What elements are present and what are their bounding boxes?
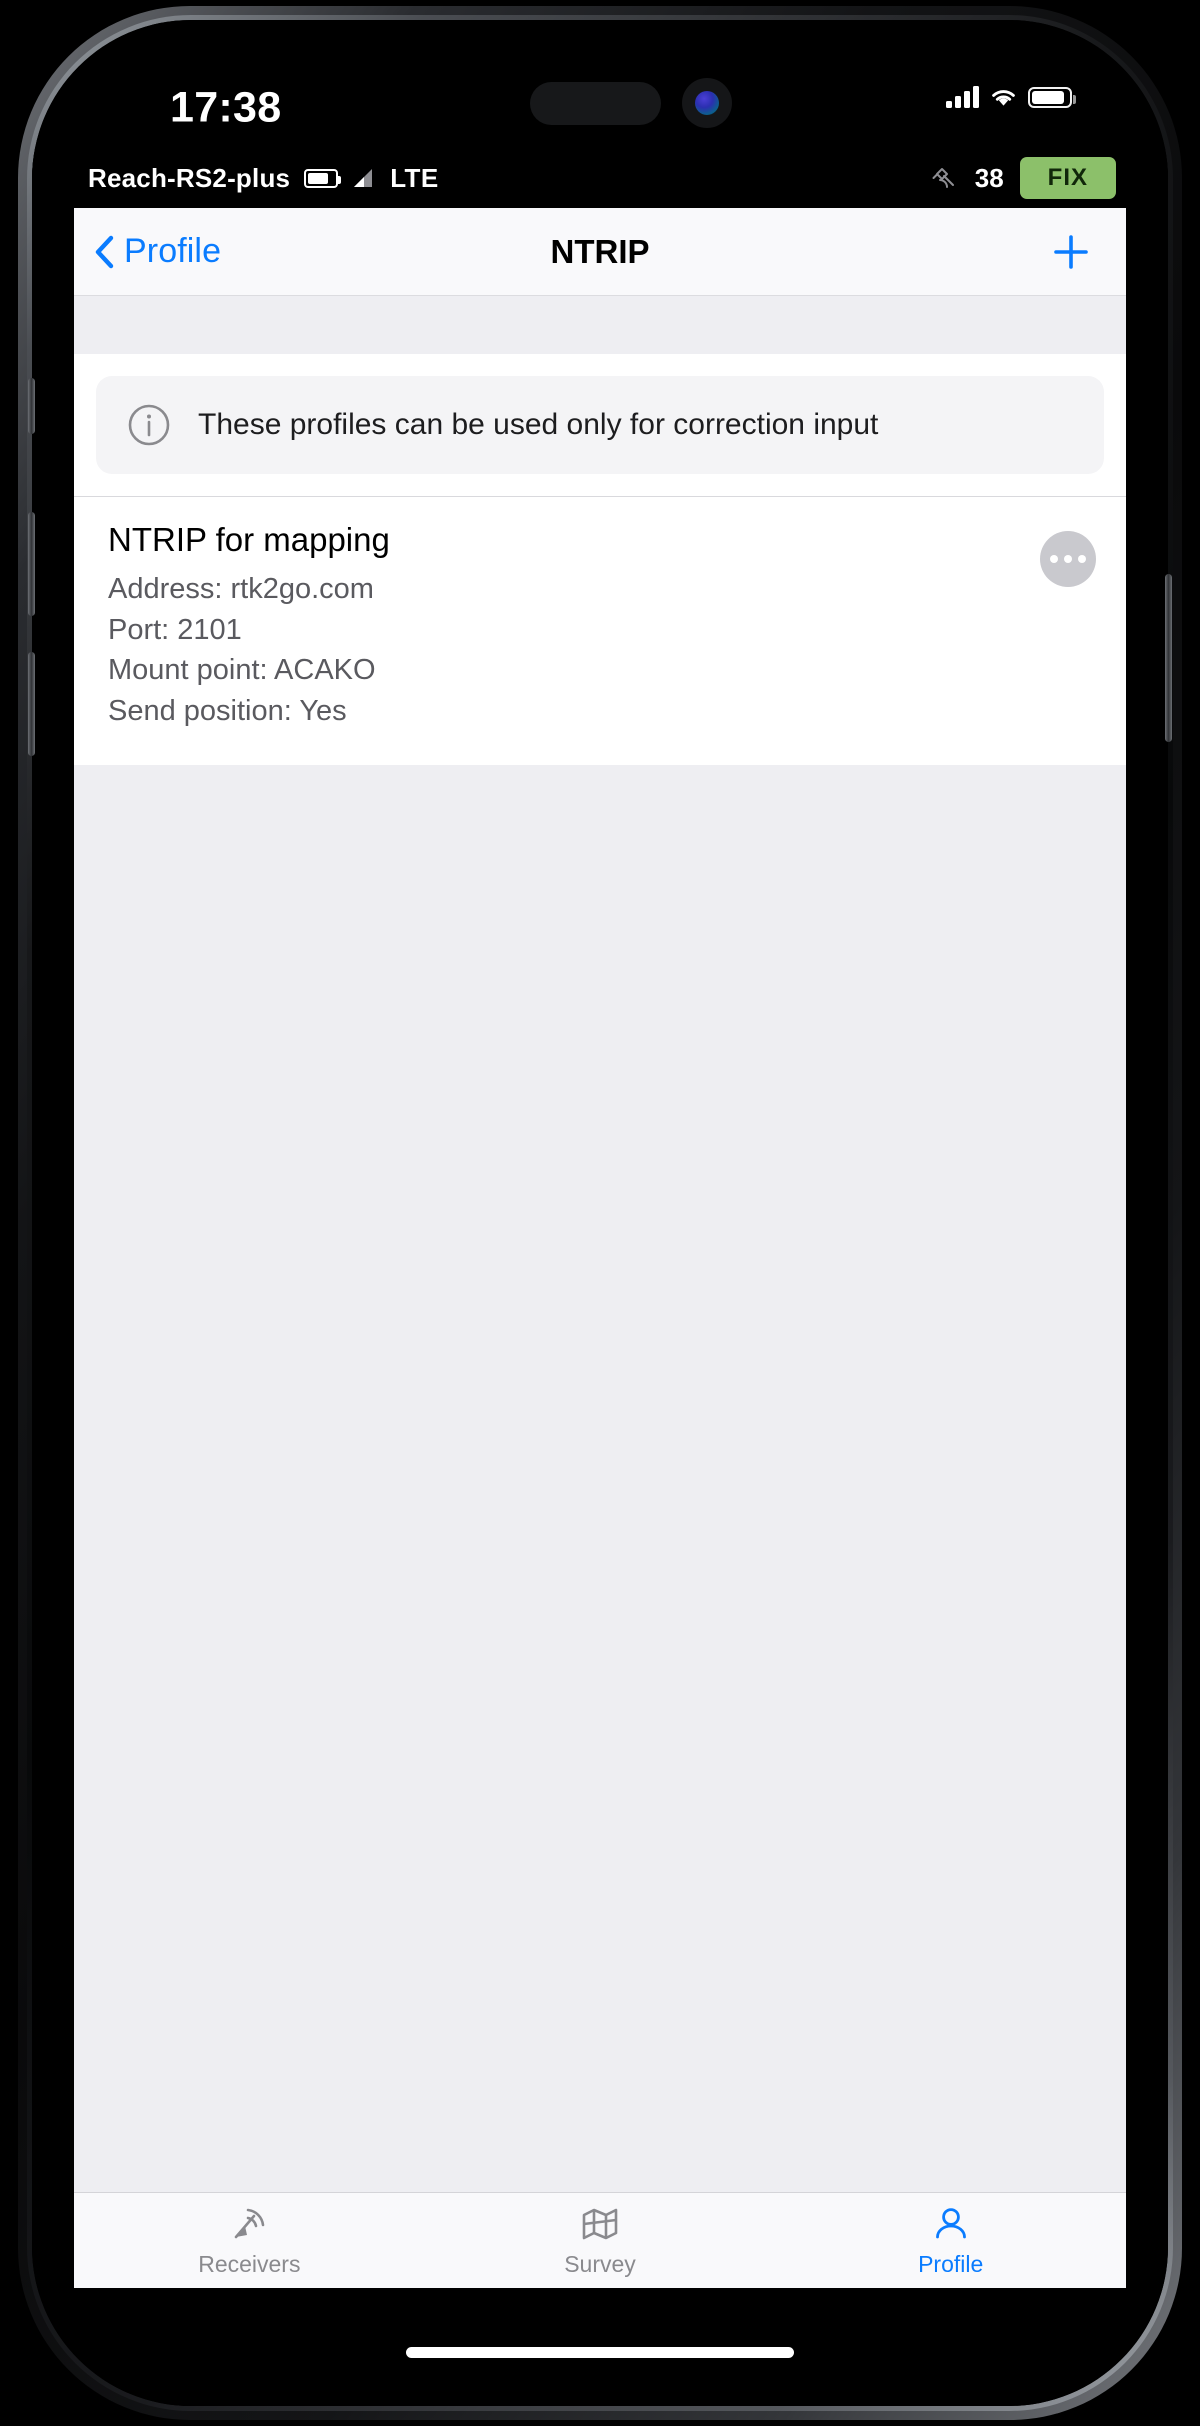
battery-icon [1028, 86, 1076, 108]
network-type: LTE [390, 162, 439, 193]
profile-details: NTRIP for mapping Address: rtk2go.com Po… [108, 521, 1040, 731]
device-status-bar: Reach-RS2-plus LTE 38 FIX [32, 148, 1168, 208]
section-gap [74, 296, 1126, 354]
profile-name: NTRIP for mapping [108, 521, 390, 558]
phone-screen-bed: 17:38 Reach-RS2-plus LTE 38 FIX Profile … [32, 20, 1168, 2406]
info-banner-text: These profiles can be used only for corr… [198, 407, 879, 441]
tab-survey[interactable]: Survey [425, 2204, 776, 2278]
more-ellipsis-icon [1050, 555, 1058, 563]
cellular-bars-icon [946, 86, 979, 108]
device-fix-info: 38 FIX [931, 157, 1116, 199]
power-button[interactable] [1165, 574, 1172, 742]
profile-port: Port: 2101 [108, 613, 242, 646]
wifi-icon [992, 89, 1015, 106]
back-button-label: Profile [124, 232, 222, 270]
tab-profile[interactable]: Profile [775, 2204, 1126, 2278]
page-title: NTRIP [550, 232, 650, 270]
profile-send-position: Send position: Yes [108, 694, 347, 727]
list-item[interactable]: NTRIP for mapping Address: rtk2go.com Po… [74, 497, 1126, 766]
receiver-antenna-icon [235, 2208, 265, 2238]
add-profile-button[interactable] [1048, 229, 1094, 275]
more-ellipsis-icon [1078, 555, 1086, 563]
silent-switch[interactable] [28, 378, 35, 434]
tab-label: Profile [918, 2250, 984, 2277]
dynamic-island [530, 82, 661, 125]
plus-icon [1054, 234, 1088, 269]
satellite-icon [932, 168, 954, 188]
info-circle-icon [128, 404, 170, 446]
profiles-list: These profiles can be used only for corr… [74, 354, 1126, 766]
ios-status-bar: 17:38 [32, 20, 1168, 148]
status-badge: FIX [1019, 157, 1116, 199]
tab-label: Receivers [198, 2250, 301, 2277]
more-ellipsis-icon [1064, 555, 1072, 563]
status-icons [946, 86, 1076, 108]
more-options-button[interactable] [1040, 531, 1096, 587]
front-camera-icon [682, 78, 732, 128]
status-time: 17:38 [170, 83, 282, 132]
navigation-bar: Profile NTRIP [74, 208, 1126, 296]
home-indicator[interactable] [406, 2347, 794, 2358]
device-name: Reach-RS2-plus [88, 162, 291, 193]
info-banner: These profiles can be used only for corr… [74, 354, 1126, 496]
person-icon [935, 2207, 966, 2238]
volume-up-button[interactable] [28, 512, 35, 616]
phone-bezel: 17:38 Reach-RS2-plus LTE 38 FIX Profile … [27, 15, 1173, 2411]
volume-down-button[interactable] [28, 652, 35, 756]
tab-label: Survey [564, 2250, 636, 2277]
profile-address: Address: rtk2go.com [108, 573, 374, 605]
tab-receivers[interactable]: Receivers [74, 2204, 425, 2278]
profile-mount-point: Mount point: ACAKO [108, 654, 376, 687]
device-battery-icon [304, 168, 342, 188]
survey-map-icon [582, 2208, 618, 2239]
phone-frame: 17:38 Reach-RS2-plus LTE 38 FIX Profile … [18, 6, 1182, 2420]
satellite-count: 38 [974, 162, 1004, 193]
device-info: Reach-RS2-plus LTE [88, 163, 439, 194]
chevron-left-icon [95, 235, 114, 268]
empty-area [74, 765, 1126, 2192]
screenshot-root: 17:38 Reach-RS2-plus LTE 38 FIX Profile … [0, 0, 1200, 2426]
info-banner-card: These profiles can be used only for corr… [96, 376, 1104, 474]
app-container: Profile NTRIP These profiles can be used… [74, 208, 1126, 2288]
back-button[interactable]: Profile [94, 232, 221, 271]
phone-screen: 17:38 Reach-RS2-plus LTE 38 FIX Profile … [32, 20, 1168, 2406]
tab-bar: Receivers Survey Profile [74, 2192, 1126, 2288]
cellular-signal-icon [354, 169, 373, 187]
